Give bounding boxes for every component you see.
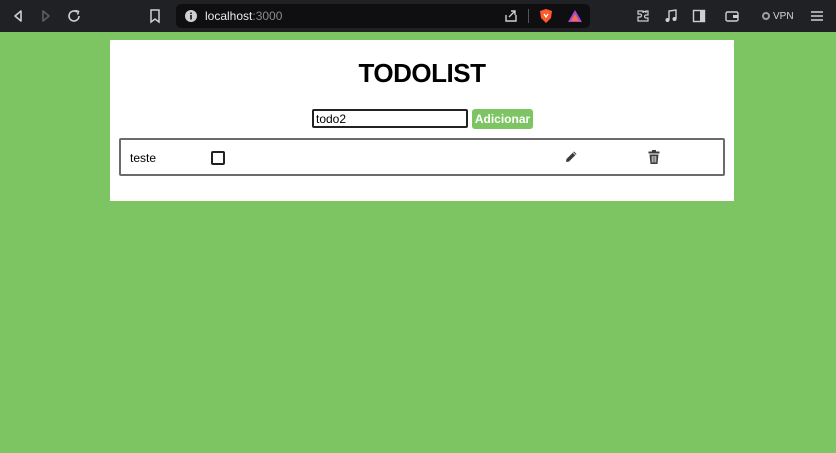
vpn-status-icon — [762, 12, 770, 20]
share-icon[interactable] — [502, 7, 520, 25]
brave-shield-icon[interactable] — [537, 7, 555, 25]
menu-icon[interactable] — [808, 7, 826, 25]
brave-rewards-icon[interactable] — [566, 7, 584, 25]
sidebar-icon[interactable] — [690, 7, 708, 25]
forward-icon[interactable] — [37, 7, 55, 25]
todo-card: TODOLIST Adicionar teste — [110, 40, 734, 201]
add-todo-button[interactable]: Adicionar — [472, 109, 533, 129]
reload-icon[interactable] — [65, 7, 83, 25]
bookmark-icon[interactable] — [146, 7, 164, 25]
url-divider — [528, 9, 529, 23]
trash-icon[interactable] — [646, 149, 662, 165]
site-info-icon[interactable] — [182, 7, 200, 25]
vpn-label: VPN — [773, 10, 794, 22]
browser-toolbar: localhost:3000 VPN — [0, 0, 836, 32]
todo-input[interactable] — [312, 109, 468, 128]
vpn-button[interactable]: VPN — [762, 8, 794, 24]
media-icon[interactable] — [662, 7, 680, 25]
page-title: TODOLIST — [358, 58, 486, 88]
url-port: :3000 — [252, 9, 283, 23]
todo-item-text: teste — [130, 151, 157, 165]
todo-item: teste — [119, 138, 725, 176]
todo-complete-checkbox[interactable] — [211, 151, 225, 165]
back-icon[interactable] — [9, 7, 27, 25]
pencil-icon[interactable] — [563, 149, 579, 165]
url-text: localhost:3000 — [205, 9, 282, 23]
url-host: localhost — [205, 9, 253, 23]
address-bar[interactable]: localhost:3000 — [176, 4, 590, 28]
wallet-icon[interactable] — [723, 7, 741, 25]
extensions-icon[interactable] — [634, 7, 652, 25]
